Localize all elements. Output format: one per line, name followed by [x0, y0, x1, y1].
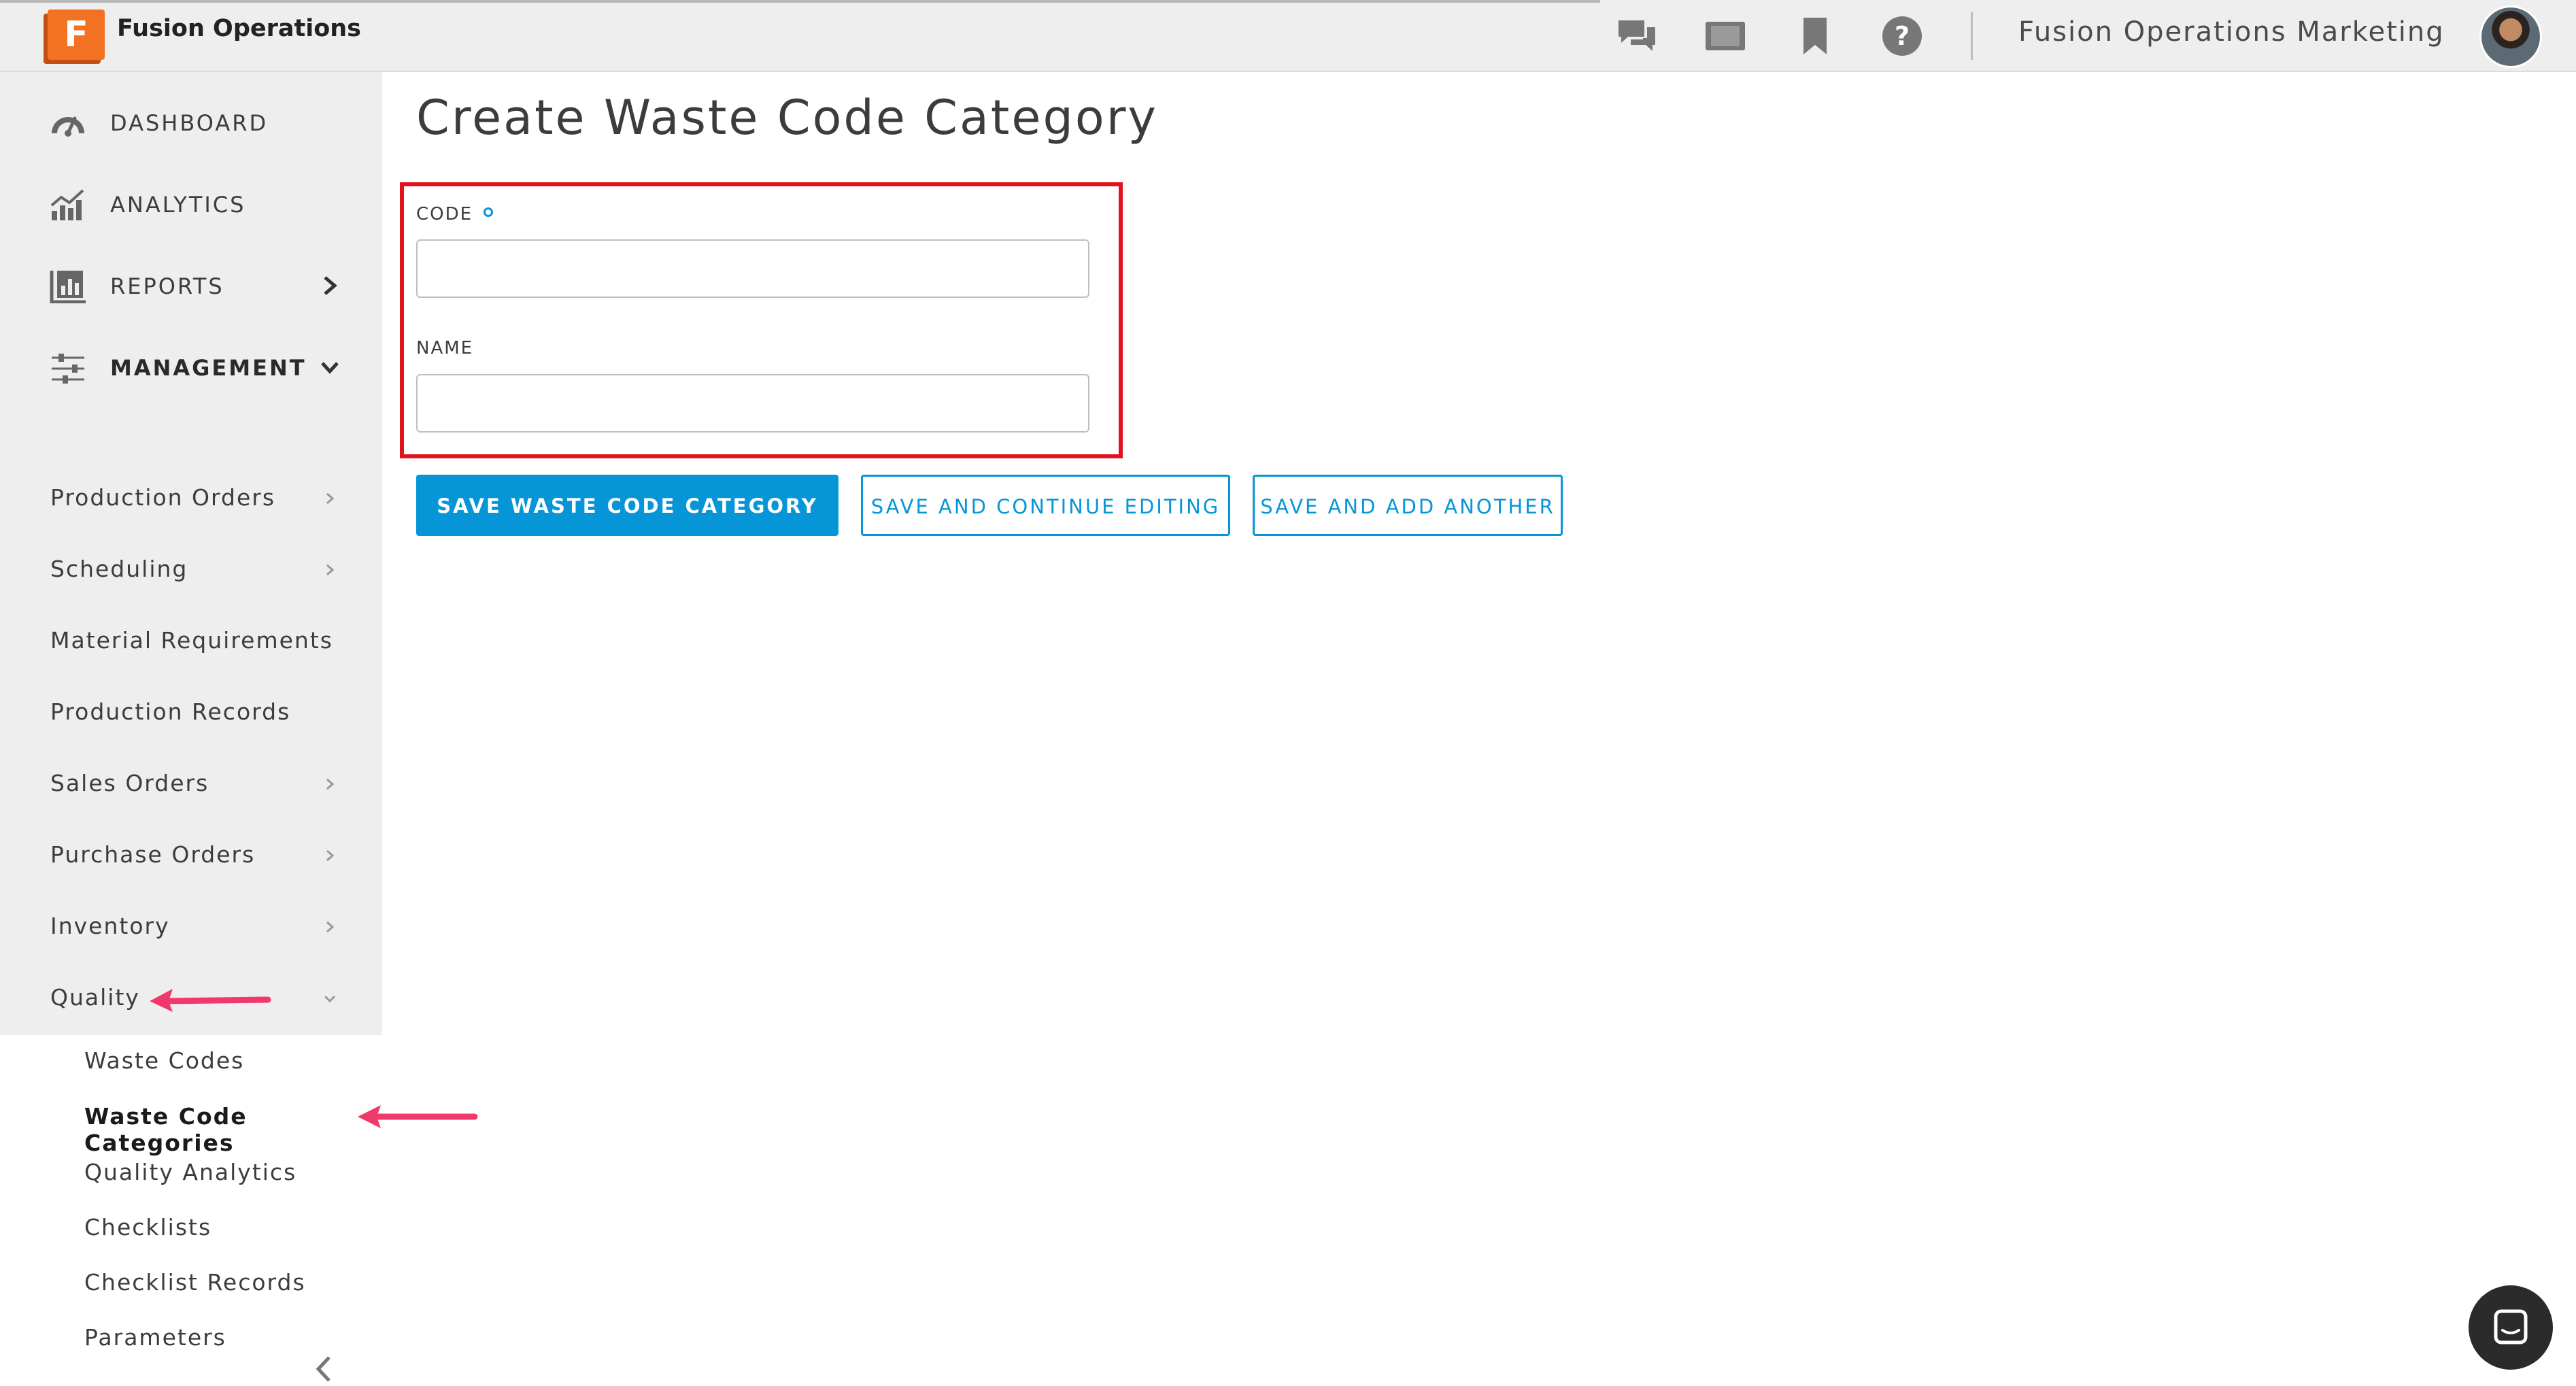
- sidebar-item-label: Quality Analytics: [84, 1159, 297, 1185]
- management-sliders-icon: [52, 354, 84, 384]
- chat-launcher-button[interactable]: [2469, 1285, 2553, 1370]
- chevron-right-icon: [324, 276, 337, 295]
- sidebar-item-label: Production Orders: [50, 484, 276, 511]
- annotation-arrow-waste-code-categories: [358, 1105, 478, 1128]
- app-name[interactable]: Fusion Operations: [117, 15, 361, 42]
- chevron-down-icon: [324, 995, 336, 1003]
- reports-bar-icon: [50, 271, 86, 303]
- code-label-text: CODE: [416, 204, 473, 224]
- bookmark-icon[interactable]: [1793, 14, 1837, 58]
- sidebar-item-quality-analytics[interactable]: Quality Analytics: [0, 1147, 382, 1201]
- sidebar-item-label: Waste Codes: [84, 1047, 245, 1074]
- sidebar-item-label: Parameters: [84, 1324, 226, 1351]
- sidebar-item-label: Sales Orders: [50, 770, 209, 796]
- sidebar-item-label: Scheduling: [50, 556, 188, 582]
- sidebar-item-management[interactable]: MANAGEMENT: [0, 326, 382, 408]
- top-bar: F Fusion Operations ? Fusion Operations …: [0, 0, 2576, 72]
- chevron-down-icon: [321, 362, 339, 374]
- sidebar-item-label: Inventory: [50, 913, 170, 939]
- sidebar-item-production-records[interactable]: Production Records: [0, 678, 382, 746]
- chevron-right-icon: [326, 921, 335, 933]
- sidebar: DASHBOARD ANALYTICS REPORTS MANAGEMENT P…: [0, 72, 382, 1386]
- sidebar-item-dashboard[interactable]: DASHBOARD: [0, 82, 382, 163]
- page-title: Create Waste Code Category: [416, 90, 1158, 146]
- app-logo[interactable]: F: [48, 10, 105, 60]
- sidebar-item-checklists[interactable]: Checklists: [0, 1202, 382, 1256]
- sidebar-item-reports[interactable]: REPORTS: [0, 245, 382, 326]
- sidebar-item-label: Quality: [50, 984, 140, 1011]
- sidebar-item-scheduling[interactable]: Scheduling: [0, 535, 382, 603]
- help-icon[interactable]: ?: [1880, 14, 1925, 58]
- chat-bubble-icon: [2494, 1309, 2528, 1345]
- user-avatar[interactable]: [2479, 5, 2542, 68]
- sidebar-item-inventory[interactable]: Inventory: [0, 892, 382, 960]
- save-waste-code-category-button[interactable]: SAVE WASTE CODE CATEGORY: [416, 475, 838, 536]
- sidebar-item-production-orders[interactable]: Production Orders: [0, 464, 382, 532]
- name-input[interactable]: [416, 374, 1089, 433]
- sidebar-item-label: DASHBOARD: [110, 110, 269, 136]
- sidebar-item-material-requirements[interactable]: Material Requirements: [0, 607, 382, 675]
- chevron-right-icon: [326, 778, 335, 790]
- code-input[interactable]: [416, 239, 1089, 298]
- chevron-right-icon: [326, 849, 335, 862]
- organization-name[interactable]: Fusion Operations Marketing: [2018, 16, 2445, 48]
- collapse-sidebar-chevron-icon[interactable]: [310, 1352, 337, 1386]
- sidebar-item-waste-code-categories[interactable]: Waste Code Categories: [0, 1091, 382, 1156]
- annotation-arrow-quality: [150, 989, 271, 1012]
- sidebar-item-label: Production Records: [50, 698, 291, 725]
- sidebar-item-checklist-records[interactable]: Checklist Records: [0, 1257, 382, 1311]
- code-field-label: CODE: [416, 204, 494, 224]
- sidebar-item-label: ANALYTICS: [110, 192, 246, 218]
- save-and-continue-editing-button[interactable]: SAVE AND CONTINUE EDITING: [861, 475, 1230, 536]
- sidebar-item-label: Purchase Orders: [50, 841, 256, 868]
- sidebar-item-analytics[interactable]: ANALYTICS: [0, 163, 382, 245]
- sidebar-item-label: Checklist Records: [84, 1269, 306, 1296]
- chevron-right-icon: [326, 564, 335, 576]
- sidebar-item-sales-orders[interactable]: Sales Orders: [0, 749, 382, 817]
- dashboard-gauge-icon: [52, 116, 84, 137]
- sidebar-item-label: Material Requirements: [50, 627, 333, 654]
- sidebar-item-waste-codes[interactable]: Waste Codes: [0, 1035, 382, 1089]
- sidebar-item-purchase-orders[interactable]: Purchase Orders: [0, 821, 382, 889]
- top-bar-accent-line: [0, 0, 1600, 3]
- sidebar-item-label: Checklists: [84, 1214, 212, 1240]
- save-and-add-another-button[interactable]: SAVE AND ADD ANOTHER: [1253, 475, 1563, 536]
- top-bar-divider: [1971, 12, 1973, 60]
- analytics-chart-icon: [50, 189, 84, 220]
- name-field-label: NAME: [416, 338, 474, 358]
- tablet-icon[interactable]: [1703, 14, 1748, 58]
- sidebar-item-label: MANAGEMENT: [110, 355, 307, 381]
- required-indicator-icon: [484, 207, 494, 217]
- sidebar-item-label: REPORTS: [110, 273, 224, 299]
- svg-text:?: ?: [1895, 21, 1910, 51]
- chat-icon[interactable]: [1614, 14, 1659, 58]
- chevron-right-icon: [326, 492, 335, 505]
